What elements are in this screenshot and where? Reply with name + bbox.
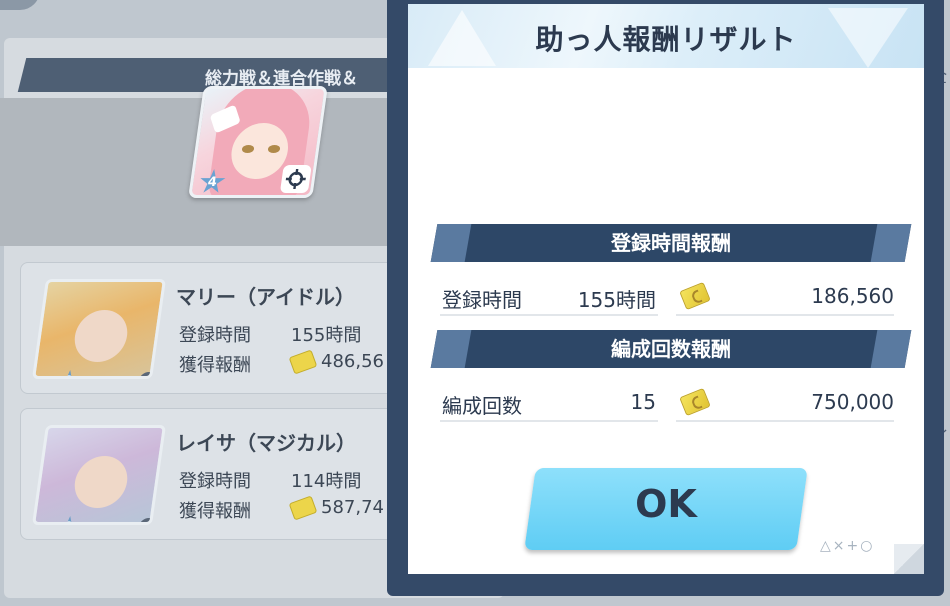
reward-label: 獲得報酬 (179, 501, 251, 522)
helper-card[interactable]: 2 + レイサ（マジカル） 登録時間 114時間 獲得報酬 587,74 (20, 408, 420, 540)
section-title: 編成回数報酬 (611, 337, 731, 361)
helper-card[interactable]: 2 + マリー（アイドル） 登録時間 155時間 獲得報酬 486,56 (20, 262, 420, 394)
crosshair-icon (279, 165, 312, 193)
credit-coin-icon (679, 281, 711, 311)
reward-value-wrap: 486,56 (288, 349, 384, 375)
dialog-title: 助っ人報酬リザルト (535, 23, 797, 56)
credit-coin-icon (288, 349, 318, 375)
ok-button-label[interactable]: OK (530, 482, 802, 526)
plus-icon: + (137, 372, 158, 379)
plus-icon: + (137, 518, 158, 525)
reward-label: 獲得報酬 (179, 355, 251, 376)
registration-time-label: 登録時間 (179, 471, 251, 492)
formation-count-row: 編成回数 15 (410, 384, 660, 422)
character-avatar: 2 + (31, 425, 167, 525)
character-name: レイサ（マジカル） (176, 431, 356, 455)
registration-time-value: 155時間 (577, 288, 656, 312)
registration-time-row: 登録時間 114時間 (179, 467, 361, 493)
formation-count-label: 編成回数 (442, 394, 522, 418)
registration-time-row: 登録時間 155時間 (179, 321, 361, 347)
reward-value: 587,74 (321, 497, 384, 518)
reward-row: 獲得報酬 587,74 (179, 495, 384, 523)
formation-reward-value: 750,000 (811, 390, 894, 414)
credit-coin-icon (679, 387, 711, 417)
page-corner-fold (894, 544, 924, 574)
level-star-badge: 2 (55, 516, 82, 525)
registration-reward-value: 186,560 (811, 284, 894, 308)
level-star-badge: 2 (55, 370, 82, 379)
registration-time-label: 登録時間 (179, 325, 251, 346)
top-left-tab (0, 0, 40, 10)
section-title: 登録時間報酬 (611, 231, 731, 255)
formation-reward-row: 750,000 (676, 384, 898, 422)
credit-coin-icon (288, 495, 318, 521)
reward-row: 獲得報酬 486,56 (179, 349, 384, 377)
decor-symbols: △×+○ (820, 538, 875, 554)
character-portrait[interactable]: 4 (188, 86, 328, 198)
registration-time-row: 登録時間 155時間 (410, 278, 660, 316)
reward-value-wrap: 587,74 (288, 495, 384, 521)
character-name: マリー（アイドル） (176, 285, 355, 309)
registration-time-value: 155時間 (291, 325, 362, 346)
reward-value: 486,56 (321, 351, 384, 372)
character-avatar: 2 + (31, 279, 167, 379)
registration-time-value: 114時間 (291, 471, 362, 492)
registration-time-label: 登録時間 (442, 288, 522, 312)
formation-count-value: 15 (630, 390, 656, 414)
registration-reward-row: 186,560 (676, 278, 898, 316)
